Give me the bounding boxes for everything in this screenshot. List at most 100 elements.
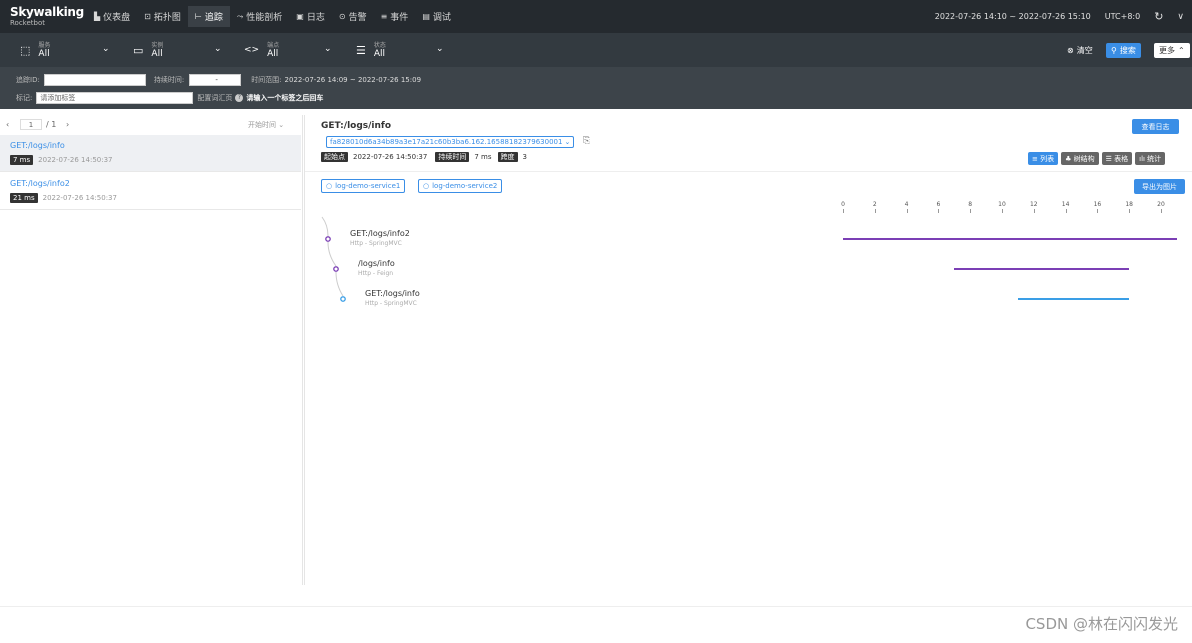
span-row[interactable]: /logs/info Http - Feign (358, 259, 395, 278)
nav-item-1[interactable]: ⊡ 拓扑图 (137, 6, 188, 27)
span-bar[interactable] (843, 238, 1177, 240)
page-total: / 1 (46, 120, 57, 129)
timezone-label[interactable]: UTC+8:0 (1105, 12, 1140, 21)
chevron-down-icon: ⌄ (214, 44, 222, 54)
span-bar[interactable] (954, 268, 1130, 270)
view-mode-button-3[interactable]: ılı 统计 (1135, 152, 1166, 165)
chevron-down-icon: ⌄ (324, 44, 332, 54)
endpoint-select[interactable]: <> 端点 All ⌄ (244, 39, 336, 61)
prev-page-icon[interactable]: ‹ (6, 120, 9, 129)
service-tag[interactable]: ○ log-demo-service1 (321, 179, 406, 193)
axis-tick-mark (906, 209, 908, 213)
more-button[interactable]: 更多 ⌃ (1154, 43, 1190, 58)
next-page-icon[interactable]: › (66, 120, 69, 129)
span-name: /logs/info (358, 259, 395, 268)
pager: ‹ 1 / 1 › 开始时间 ⌄ (0, 115, 303, 135)
span-row[interactable]: GET:/logs/info2 Http - SpringMVC (350, 229, 410, 248)
tags-input[interactable]: 请添加标签 (36, 91, 194, 104)
trace-list-item[interactable]: GET:/logs/info 7 ms 2022-07-26 14:50:37 (0, 135, 301, 172)
status-value: All (373, 48, 386, 59)
tags-hint: 请输入一个标签之后回车 (246, 93, 324, 102)
nav-item-2[interactable]: ⊢ 追踪 (187, 6, 230, 27)
view-mode-button-1[interactable]: ♣ 树结构 (1061, 152, 1099, 165)
axis-tick-label: 10 (998, 201, 1006, 208)
close-circle-icon: ⊗ (1067, 46, 1074, 55)
endpoint-label: 端点 (267, 41, 280, 49)
trace-time: 2022-07-26 14:50:37 (42, 194, 117, 202)
export-image-button[interactable]: 导出为图片 (1134, 179, 1185, 194)
trace-list-panel: ‹ 1 / 1 › 开始时间 ⌄ GET:/logs/info 7 ms 2022-… (0, 115, 303, 585)
trace-list-item[interactable]: GET:/logs/info2 21 ms 2022-07-26 14:50:37 (0, 173, 301, 210)
span-row[interactable]: GET:/logs/info Http - SpringMVC (365, 289, 420, 308)
trace-summary: 起始点 2022-07-26 14:50:37 持续时间 7 ms 跨度 3 (321, 152, 527, 162)
view-mode-button-0[interactable]: ≡ 列表 (1028, 152, 1059, 165)
trace-id-input[interactable] (43, 73, 146, 86)
page-input[interactable]: 1 (20, 119, 42, 130)
trace-time: 2022-07-26 14:50:37 (38, 156, 113, 164)
axis-tick-label: 2 (872, 201, 877, 208)
copy-icon[interactable]: ⎘ (583, 136, 590, 146)
search-button[interactable]: ⚲ 搜索 (1106, 43, 1141, 58)
search-conditions: 追踪ID: 持续时间: - 时间范围: 2022-07-26 14:09 ~ 2… (0, 67, 1192, 109)
nav-item-5[interactable]: ⊙ 告警 (332, 6, 374, 27)
axis-tick-label: 4 (904, 201, 909, 208)
divider (304, 171, 1192, 172)
service-select[interactable]: ⬚ 服务 All ⌄ (20, 39, 112, 61)
axis-tick-mark (1161, 209, 1162, 213)
axis-tick-mark (938, 209, 940, 213)
logo-subtitle: Rocketbot (10, 19, 46, 27)
axis-tick-label: 8 (968, 201, 973, 208)
nav-item-label: 告警 (348, 13, 367, 23)
topology-icon: ⊡ (144, 12, 151, 21)
status-icon: ☰ (356, 43, 366, 57)
span-name: GET:/logs/info2 (350, 229, 410, 238)
tags-config-link[interactable]: 配置词汇页 (197, 93, 232, 103)
span-value: 3 (522, 153, 527, 161)
nav-item-label: 事件 (390, 13, 409, 23)
nav-item-4[interactable]: ▣ 日志 (289, 6, 332, 27)
nav-item-0[interactable]: ▙ 仪表盘 (87, 6, 137, 27)
reload-icon[interactable]: ↻ (1154, 10, 1163, 23)
chevron-down-icon[interactable]: ∨ (1177, 12, 1184, 22)
axis-tick-label: 20 (1157, 201, 1165, 208)
status-select[interactable]: ☰ 状态 All ⌄ (356, 39, 448, 61)
event-icon: ≡ (380, 12, 388, 21)
time-range-value[interactable]: 2022-07-26 14:09 ~ 2022-07-26 15:09 (285, 76, 421, 84)
duration-input[interactable]: - (189, 73, 242, 86)
axis-tick-mark (970, 209, 972, 213)
span-name: GET:/logs/info (365, 289, 420, 298)
nav-item-6[interactable]: ≡ 事件 (374, 6, 416, 27)
view-logs-button[interactable]: 查看日志 (1132, 119, 1179, 134)
axis-tick-label: 18 (1125, 201, 1133, 208)
trace-meta: 21 ms 2022-07-26 14:50:37 (10, 193, 291, 203)
more-label: 更多 (1159, 46, 1175, 55)
span-bar[interactable] (1017, 298, 1130, 300)
chevron-down-icon: ⌄ (102, 44, 110, 54)
span-type: Http - SpringMVC (365, 300, 417, 307)
service-tag[interactable]: ○ log-demo-service2 (418, 179, 503, 193)
nav-item-label: 性能剖析 (246, 13, 283, 23)
view-mode-button-2[interactable]: ☰ 表格 (1101, 152, 1133, 165)
service-value: All (38, 48, 50, 59)
app-logo[interactable]: Skywalking Rocketbot (10, 6, 84, 28)
detail-title: GET:/logs/info (321, 121, 392, 131)
tree-connector (327, 241, 337, 267)
axis-tick-mark (1033, 209, 1035, 213)
nav-item-3[interactable]: ⤳ 性能剖析 (230, 6, 289, 27)
clear-button[interactable]: ⊗ 清空 (1062, 43, 1098, 58)
axis-tick-label: 0 (841, 201, 845, 208)
span-type: Http - Feign (358, 270, 394, 277)
nav-item-7[interactable]: ▤ 调试 (415, 6, 458, 27)
nav-right: 2022-07-26 14:10 ~ 2022-07-26 15:10 UTC+… (935, 0, 1184, 33)
code-icon: <> (244, 45, 260, 55)
circle-icon: ○ (423, 182, 430, 190)
start-label: 起始点 (321, 152, 348, 162)
instance-select[interactable]: ▭ 实例 All ⌄ (133, 39, 225, 61)
sort-select[interactable]: 开始时间 ⌄ (248, 120, 284, 130)
circle-icon: ○ (326, 182, 333, 190)
time-range-picker[interactable]: 2022-07-26 14:10 ~ 2022-07-26 15:10 (935, 12, 1091, 21)
trace-name: GET:/logs/info (10, 141, 65, 150)
service-tag-label: log-demo-service2 (432, 182, 498, 190)
duration-value: 7 ms (474, 153, 492, 161)
trace-id-select[interactable]: fa828010d6a34b89a3e17a21c60b3ba6.162.165… (326, 136, 575, 148)
